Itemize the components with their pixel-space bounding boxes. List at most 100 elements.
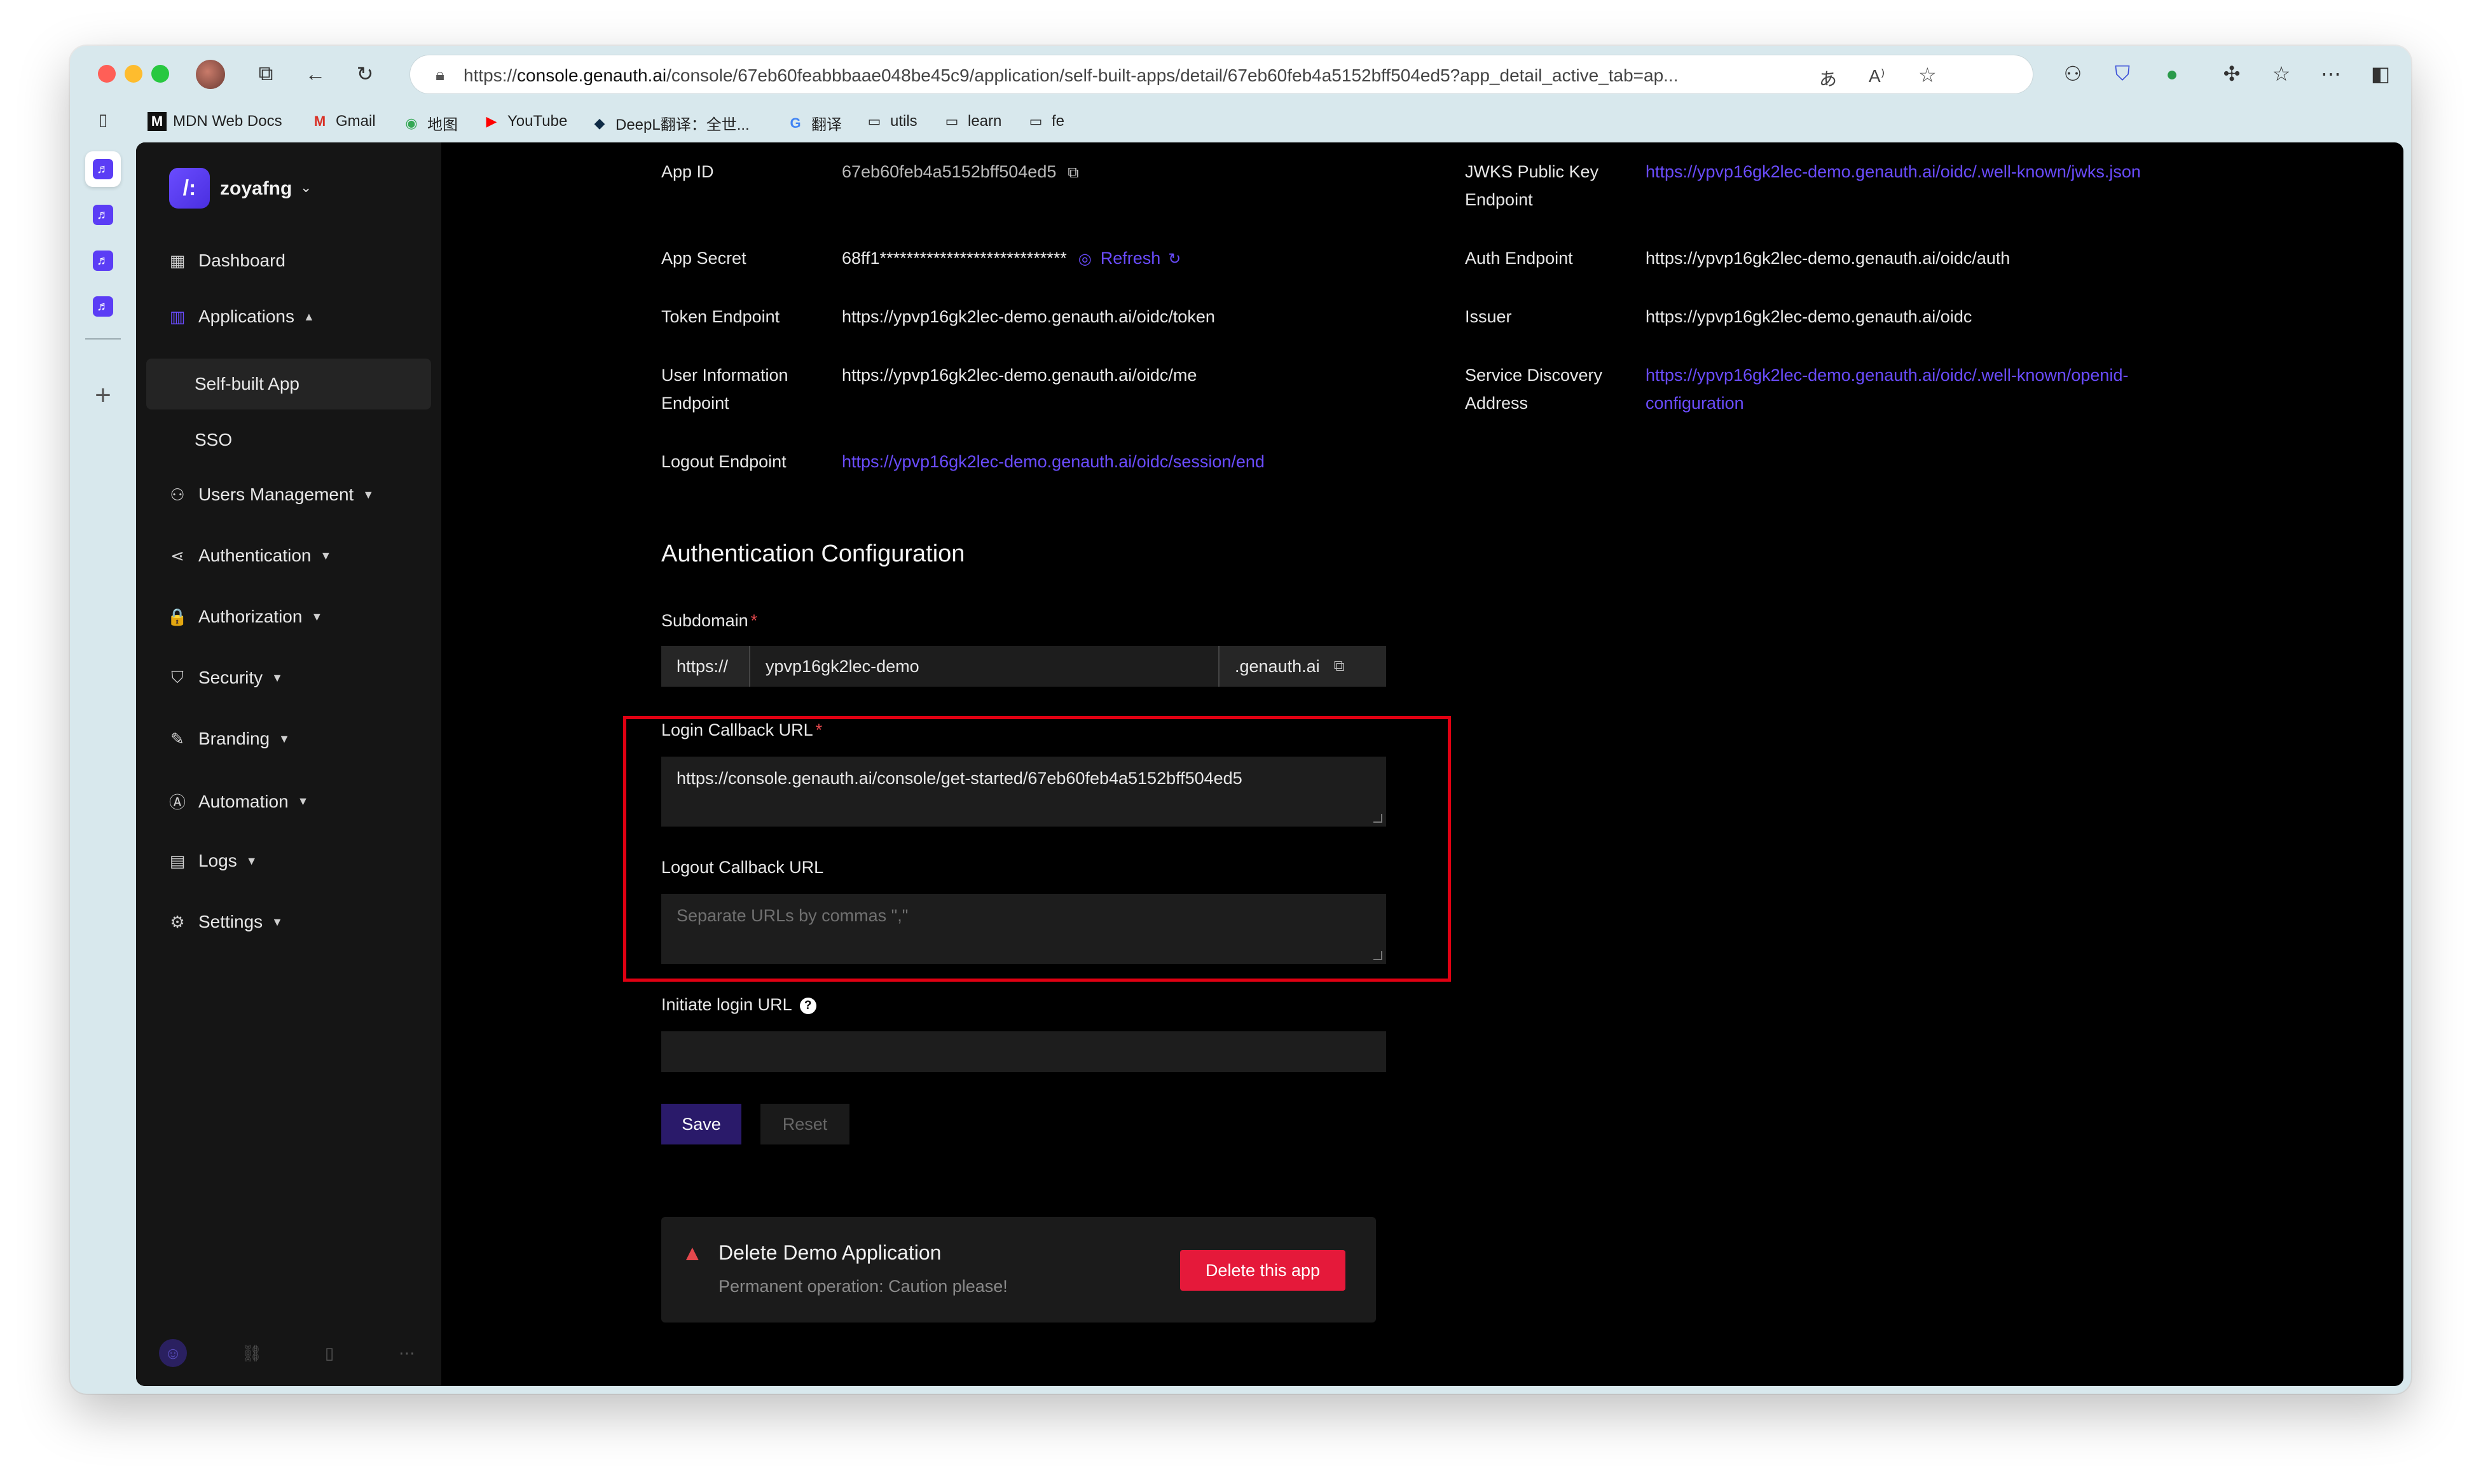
delete-app-button[interactable]: Delete this app (1180, 1250, 1345, 1291)
vertical-tab-strip: ♬ ♬ ♬ ♬ + (70, 142, 136, 1394)
back-icon[interactable]: ← (301, 60, 329, 88)
more-menu-icon[interactable]: ⋯ (2317, 60, 2345, 88)
deepl-icon: ◆ (594, 114, 605, 131)
copy-icon[interactable]: ⧉ (1068, 164, 1078, 181)
vertical-tab-3[interactable]: ♬ (85, 243, 121, 278)
initiate-login-label-text: Initiate login URL (661, 995, 792, 1014)
assistant-bot-icon[interactable]: ☺ (159, 1339, 187, 1367)
sidebar-item-self-built-app[interactable]: Self-built App (146, 359, 431, 409)
sidebar-item-applications[interactable]: ▥ Applications ▲ (167, 306, 315, 327)
favorite-star-icon[interactable]: ☆ (1918, 63, 1937, 87)
bookmark-gmail[interactable]: M Gmail (310, 112, 376, 131)
bookmark-mdn[interactable]: M MDN Web Docs (148, 112, 282, 131)
favorites-icon[interactable]: ☆ (2267, 60, 2295, 88)
read-aloud-icon[interactable]: A⁾ (1869, 65, 1885, 86)
help-question-icon[interactable]: ? (799, 997, 816, 1014)
subdomain-input[interactable]: ypvp16gk2lec-demo (750, 646, 1218, 687)
sidebar: /: zoyafng ⌄ ▦ Dashboard ▥ Applications ▲ S… (136, 142, 441, 1386)
sidebar-item-users-management[interactable]: ⚇ Users Management ▼ (167, 484, 374, 505)
sidebar-item-label: Automation (198, 791, 289, 811)
site-info-icon[interactable]: 🔒︎ (429, 64, 451, 86)
sidebar-item-settings[interactable]: ⚙ Settings ▼ (167, 912, 283, 932)
org-switcher[interactable]: zoyafng (220, 178, 292, 200)
subdomain-prefix: https:// (661, 646, 750, 687)
gmail-icon: M (313, 113, 326, 129)
caret-down-icon: ▼ (320, 549, 332, 562)
refresh-link[interactable]: Refresh (1101, 249, 1161, 268)
caret-down-icon: ▼ (271, 915, 283, 928)
translate-icon[interactable]: あ (1819, 65, 1837, 91)
bookmark-translate[interactable]: G 翻译 (786, 112, 842, 134)
subdomain-suffix-text: .genauth.ai (1235, 656, 1320, 676)
genauth-favicon-icon: ♬ (93, 296, 113, 317)
subdomain-label: Subdomain * (661, 607, 757, 635)
tabs-icon[interactable]: ⧉ (252, 60, 280, 88)
vertical-tab-4[interactable]: ♬ (85, 289, 121, 324)
sidebar-toggle-icon[interactable]: ◧ (2367, 60, 2395, 88)
vertical-tab-1[interactable]: ♬ (85, 151, 121, 187)
vertical-tabs-icon[interactable]: ▯ (89, 106, 117, 134)
sidebar-item-authorization[interactable]: 🔒 Authorization ▼ (167, 607, 322, 627)
app-secret-value: 68ff1**************************** ◎ Refres… (842, 244, 1181, 273)
chevron-down-icon[interactable]: ⌄ (300, 179, 312, 196)
bookmark-deepl[interactable]: ◆ DeepL翻译：全世... (590, 112, 750, 134)
caret-down-icon: ▼ (297, 795, 309, 807)
discovery-address-link[interactable]: https://ypvp16gk2lec-demo.genauth.ai/oid… (1646, 361, 2192, 417)
bookmarks-bar: ▯ M MDN Web Docs M Gmail ◉ 地图 ▶ YouTube ◆ Dee… (70, 103, 2411, 142)
reload-icon[interactable]: ↻ (351, 60, 379, 88)
sidebar-item-label: Security (198, 668, 263, 687)
bookmark-folder-fe[interactable]: ▭ fe (1026, 112, 1064, 131)
bookmark-folder-learn[interactable]: ▭ learn (942, 112, 1002, 131)
vertical-tab-2[interactable]: ♬ (85, 197, 121, 233)
sidebar-item-label: Branding (198, 729, 270, 748)
discovery-address-label: Service Discovery Address (1465, 366, 1603, 413)
extension-green-icon[interactable]: ● (2158, 60, 2186, 88)
bookmark-label: fe (1052, 113, 1065, 130)
link-icon[interactable]: ⛓ (238, 1339, 266, 1367)
new-tab-plus-icon[interactable]: + (85, 378, 121, 413)
shield-extension-icon[interactable]: ⛉ (2108, 60, 2136, 88)
caret-down-icon: ▼ (311, 610, 323, 623)
address-url[interactable]: https://console.genauth.ai/console/67eb6… (464, 65, 1811, 86)
share-icon: ⋖ (170, 546, 184, 565)
sidebar-item-sso[interactable]: SSO (146, 415, 431, 465)
annotation-highlight-box (623, 716, 1451, 982)
extension-icon[interactable]: ⚇ (2059, 60, 2087, 88)
bookmark-folder-utils[interactable]: ▭ utils (865, 112, 917, 131)
minimize-window-button[interactable] (125, 65, 142, 83)
close-window-button[interactable] (98, 65, 116, 83)
sidebar-item-security[interactable]: ⛉ Security ▼ (167, 668, 283, 688)
address-bar[interactable]: 🔒︎ https://console.genauth.ai/console/67… (409, 55, 2033, 94)
user-info-endpoint-label: User Information Endpoint (661, 366, 788, 413)
bookmark-youtube[interactable]: ▶ YouTube (482, 112, 568, 131)
sidebar-item-authentication[interactable]: ⋖ Authentication ▼ (167, 546, 331, 566)
reset-button[interactable]: Reset (760, 1104, 849, 1144)
save-button[interactable]: Save (661, 1104, 741, 1144)
genauth-favicon-icon: ♬ (93, 251, 113, 271)
initiate-login-input[interactable] (661, 1031, 1386, 1072)
logout-endpoint-link[interactable]: https://ypvp16gk2lec-demo.genauth.ai/oid… (842, 448, 1265, 476)
applications-icon: ▥ (169, 306, 186, 326)
logs-icon: ▤ (169, 851, 186, 870)
eye-icon[interactable]: ◎ (1078, 251, 1092, 268)
sidebar-item-branding[interactable]: ✎ Branding ▼ (167, 729, 290, 749)
bookmark-label: utils (890, 113, 917, 130)
bookmark-maps[interactable]: ◉ 地图 (402, 112, 458, 134)
copy-icon[interactable]: ⧉ (1334, 657, 1345, 675)
more-icon[interactable]: ⋯ (393, 1339, 421, 1367)
logout-endpoint-label: Logout Endpoint (661, 452, 787, 471)
refresh-icon[interactable]: ↻ (1168, 251, 1181, 268)
subdomain-suffix: .genauth.ai ⧉ (1218, 646, 1386, 687)
warning-triangle-icon: ▲ (682, 1241, 703, 1265)
sidebar-item-automation[interactable]: Ⓐ Automation ▼ (167, 790, 308, 813)
genauth-console: /: zoyafng ⌄ ▦ Dashboard ▥ Applications ▲ S… (136, 142, 2403, 1386)
caret-down-icon: ▼ (245, 854, 258, 867)
profile-avatar[interactable] (196, 60, 225, 89)
extensions-puzzle-icon[interactable]: ✣ (2218, 60, 2246, 88)
jwks-endpoint-link[interactable]: https://ypvp16gk2lec-demo.genauth.ai/oid… (1646, 158, 2192, 186)
tab-divider (85, 338, 121, 340)
book-icon[interactable]: ▯ (315, 1339, 343, 1367)
sidebar-item-dashboard[interactable]: ▦ Dashboard (167, 251, 285, 271)
zoom-window-button[interactable] (151, 65, 169, 83)
sidebar-item-logs[interactable]: ▤ Logs ▼ (167, 851, 258, 871)
